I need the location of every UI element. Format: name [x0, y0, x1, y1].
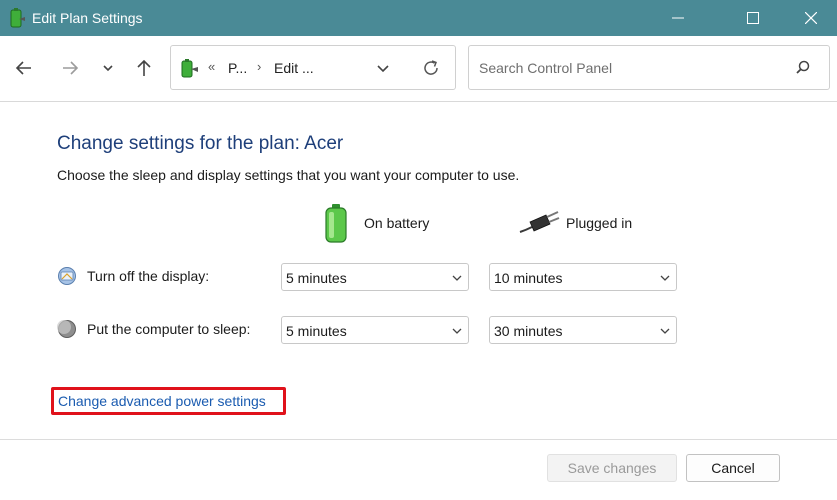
sleep-moon-icon	[57, 320, 76, 338]
change-advanced-power-settings-link[interactable]: Change advanced power settings	[58, 393, 266, 409]
breadcrumb-segment-edit-plan[interactable]: Edit ...	[274, 60, 314, 76]
maximize-button[interactable]	[730, 0, 776, 36]
column-header-plugged-in: Plugged in	[566, 215, 633, 231]
arrow-right-icon	[63, 61, 79, 75]
save-changes-button[interactable]: Save changes	[547, 454, 677, 482]
navigation-bar: « P... › Edit ... Search Control Panel	[0, 36, 837, 102]
page-subtitle: Choose the sleep and display settings th…	[57, 167, 520, 183]
page-title: Change settings for the plan: Acer	[57, 133, 344, 154]
recent-locations-button[interactable]	[98, 56, 122, 80]
title-bar: Edit Plan Settings	[0, 0, 837, 36]
power-plug-icon	[519, 211, 560, 233]
search-icon[interactable]	[794, 59, 812, 77]
back-button[interactable]	[12, 56, 36, 80]
chevron-down-icon	[452, 328, 462, 334]
breadcrumb-segment-power-options[interactable]: P...	[228, 60, 247, 76]
arrow-left-icon	[15, 61, 31, 75]
maximize-icon	[747, 12, 759, 24]
sleep-label: Put the computer to sleep:	[87, 321, 251, 337]
breadcrumb-separator[interactable]: ›	[257, 59, 261, 74]
chevron-down-icon	[660, 275, 670, 281]
advanced-settings-highlight: Change advanced power settings	[51, 387, 286, 415]
forward-button[interactable]	[58, 56, 82, 80]
chevron-down-icon	[660, 328, 670, 334]
sleep-plugged-in-select[interactable]: 30 minutes	[489, 316, 677, 344]
refresh-icon[interactable]	[421, 58, 441, 78]
search-placeholder[interactable]: Search Control Panel	[479, 60, 612, 76]
control-panel-icon	[181, 59, 198, 78]
address-bar[interactable]: « P... › Edit ...	[170, 45, 456, 90]
cancel-button[interactable]: Cancel	[686, 454, 780, 482]
breadcrumb-overflow-chevron[interactable]: «	[208, 59, 215, 74]
display-on-battery-value: 5 minutes	[286, 270, 347, 286]
display-plugged-in-select[interactable]: 10 minutes	[489, 263, 677, 291]
minimize-icon	[672, 17, 684, 19]
arrow-up-icon	[137, 59, 151, 76]
display-icon	[58, 267, 76, 285]
minimize-button[interactable]	[655, 0, 701, 36]
turn-off-display-label: Turn off the display:	[87, 268, 210, 284]
footer-divider	[0, 439, 837, 440]
sleep-on-battery-value: 5 minutes	[286, 323, 347, 339]
battery-icon	[325, 204, 347, 243]
sleep-on-battery-select[interactable]: 5 minutes	[281, 316, 469, 344]
up-button[interactable]	[132, 56, 156, 80]
window-title: Edit Plan Settings	[32, 10, 143, 26]
chevron-down-icon	[452, 275, 462, 281]
sleep-plugged-in-value: 30 minutes	[494, 323, 563, 339]
close-icon	[805, 12, 817, 24]
display-on-battery-select[interactable]: 5 minutes	[281, 263, 469, 291]
column-header-on-battery: On battery	[364, 215, 430, 231]
display-plugged-in-value: 10 minutes	[494, 270, 563, 286]
close-button[interactable]	[788, 0, 834, 36]
chevron-down-icon	[103, 65, 113, 72]
power-plan-app-icon	[10, 8, 25, 28]
search-box[interactable]: Search Control Panel	[468, 45, 830, 90]
address-history-chevron-icon[interactable]	[375, 61, 391, 77]
